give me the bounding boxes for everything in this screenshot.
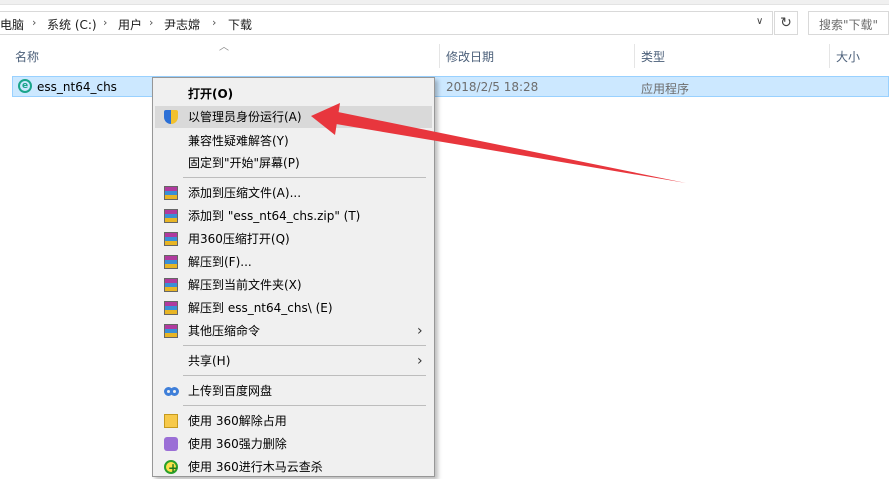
arrow-head-icon [311, 103, 340, 135]
arrow-shaft [336, 112, 686, 183]
annotation-arrow [311, 103, 686, 183]
